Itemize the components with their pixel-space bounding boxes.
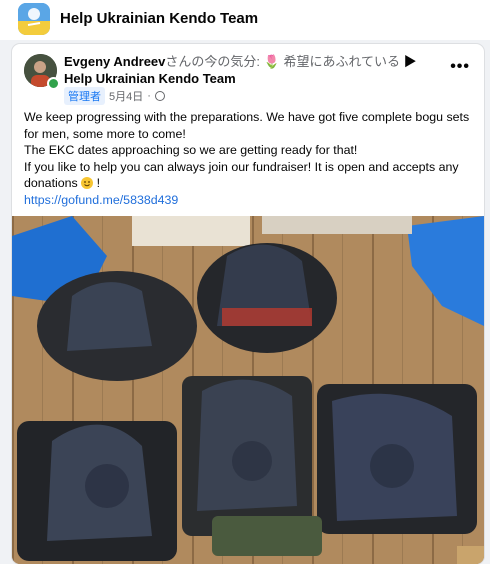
smile-emoji	[81, 177, 94, 189]
post-meta: 管理者 5月4日 ·	[64, 87, 165, 105]
meta-separator: ·	[147, 90, 151, 102]
post-card: Evgeny Andreevさんの今の気分: 🌷 希望にあふれている ▶ Hel…	[12, 44, 484, 564]
arrow-icon: ▶	[400, 54, 417, 69]
post-header: Evgeny Andreevさんの今の気分: 🌷 希望にあふれている ▶ Hel…	[64, 53, 444, 87]
post-text: We keep progressing with the preparation…	[24, 109, 474, 208]
group-name[interactable]: Help Ukrainian Kendo Team	[60, 10, 258, 27]
group-avatar[interactable]	[18, 3, 50, 35]
post-photo[interactable]	[12, 216, 484, 564]
fundraiser-link[interactable]: https://gofund.me/5838d439	[24, 192, 474, 209]
feeling-text: 希望にあふれている	[279, 54, 401, 69]
post-text-end: !	[93, 176, 101, 190]
author-name[interactable]: Evgeny Andreev	[64, 54, 165, 69]
post-text-line-2: The EKC dates approaching so we are gett…	[24, 143, 358, 157]
group-header: Help Ukrainian Kendo Team	[0, 0, 490, 40]
feeling-prefix: さんの今の気分:	[165, 54, 264, 69]
online-status-dot	[47, 77, 60, 90]
post-group-link[interactable]: Help Ukrainian Kendo Team	[64, 71, 236, 86]
post-text-line-3: If you like to help you can always join …	[24, 159, 474, 192]
tulip-emoji: 🌷	[263, 54, 280, 69]
more-options-button[interactable]: •••	[450, 58, 470, 76]
globe-icon	[154, 91, 165, 101]
post-date[interactable]: 5月4日	[109, 88, 143, 104]
post-text-line-1: We keep progressing with the preparation…	[24, 110, 470, 141]
role-badge[interactable]: 管理者	[64, 87, 105, 105]
